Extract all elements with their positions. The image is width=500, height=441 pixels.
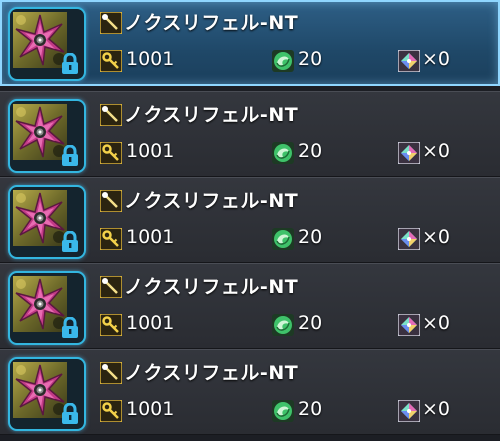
key-value: 1001 bbox=[126, 226, 175, 248]
key-icon bbox=[100, 400, 122, 422]
green-swirl-icon bbox=[272, 142, 294, 164]
leaf-value: 20 bbox=[298, 226, 323, 248]
item-thumbnail[interactable] bbox=[8, 7, 86, 81]
gem-value: ×0 bbox=[422, 140, 451, 162]
gem-value: ×0 bbox=[422, 226, 451, 248]
rod-icon bbox=[100, 12, 122, 34]
item-thumbnail[interactable] bbox=[8, 185, 86, 259]
item-thumbnail[interactable] bbox=[8, 357, 86, 431]
crystal-icon bbox=[398, 142, 420, 164]
key-value: 1001 bbox=[126, 312, 175, 334]
item-row[interactable]: ノクスリフェル-NT 1001 20 ×0 bbox=[0, 0, 500, 86]
key-icon bbox=[100, 50, 122, 72]
item-name: ノクスリフェル-NT bbox=[124, 276, 299, 298]
lock-icon[interactable] bbox=[60, 145, 80, 167]
starfish-item-icon bbox=[13, 276, 67, 332]
green-swirl-icon bbox=[272, 314, 294, 336]
starfish-item-icon bbox=[13, 12, 67, 68]
leaf-value: 20 bbox=[298, 140, 323, 162]
item-thumbnail[interactable] bbox=[8, 271, 86, 345]
item-list: ノクスリフェル-NT 1001 20 ×0 ノクスリフェル-NT 1001 20… bbox=[0, 0, 500, 441]
lock-icon[interactable] bbox=[60, 317, 80, 339]
gem-value: ×0 bbox=[422, 312, 451, 334]
lock-icon[interactable] bbox=[60, 53, 80, 75]
starfish-item-icon bbox=[13, 104, 67, 160]
item-row[interactable]: ノクスリフェル-NT 1001 20 ×0 bbox=[0, 177, 500, 263]
key-icon bbox=[100, 228, 122, 250]
rod-icon bbox=[100, 362, 122, 384]
green-swirl-icon bbox=[272, 50, 294, 72]
key-icon bbox=[100, 314, 122, 336]
item-name: ノクスリフェル-NT bbox=[124, 12, 299, 34]
item-row[interactable]: ノクスリフェル-NT 1001 20 ×0 bbox=[0, 263, 500, 349]
item-row[interactable]: ノクスリフェル-NT 1001 20 ×0 bbox=[0, 91, 500, 177]
leaf-value: 20 bbox=[298, 312, 323, 334]
leaf-value: 20 bbox=[298, 398, 323, 420]
lock-icon[interactable] bbox=[60, 231, 80, 253]
item-thumbnail[interactable] bbox=[8, 99, 86, 173]
starfish-item-icon bbox=[13, 190, 67, 246]
lock-icon[interactable] bbox=[60, 403, 80, 425]
green-swirl-icon bbox=[272, 400, 294, 422]
gem-value: ×0 bbox=[422, 48, 451, 70]
key-value: 1001 bbox=[126, 140, 175, 162]
item-name: ノクスリフェル-NT bbox=[124, 104, 299, 126]
key-value: 1001 bbox=[126, 398, 175, 420]
key-value: 1001 bbox=[126, 48, 175, 70]
item-name: ノクスリフェル-NT bbox=[124, 362, 299, 384]
leaf-value: 20 bbox=[298, 48, 323, 70]
item-name: ノクスリフェル-NT bbox=[124, 190, 299, 212]
rod-icon bbox=[100, 190, 122, 212]
item-row[interactable]: ノクスリフェル-NT 1001 20 ×0 bbox=[0, 349, 500, 435]
green-swirl-icon bbox=[272, 228, 294, 250]
crystal-icon bbox=[398, 314, 420, 336]
crystal-icon bbox=[398, 400, 420, 422]
gem-value: ×0 bbox=[422, 398, 451, 420]
rod-icon bbox=[100, 104, 122, 126]
crystal-icon bbox=[398, 50, 420, 72]
rod-icon bbox=[100, 276, 122, 298]
key-icon bbox=[100, 142, 122, 164]
starfish-item-icon bbox=[13, 362, 67, 418]
crystal-icon bbox=[398, 228, 420, 250]
